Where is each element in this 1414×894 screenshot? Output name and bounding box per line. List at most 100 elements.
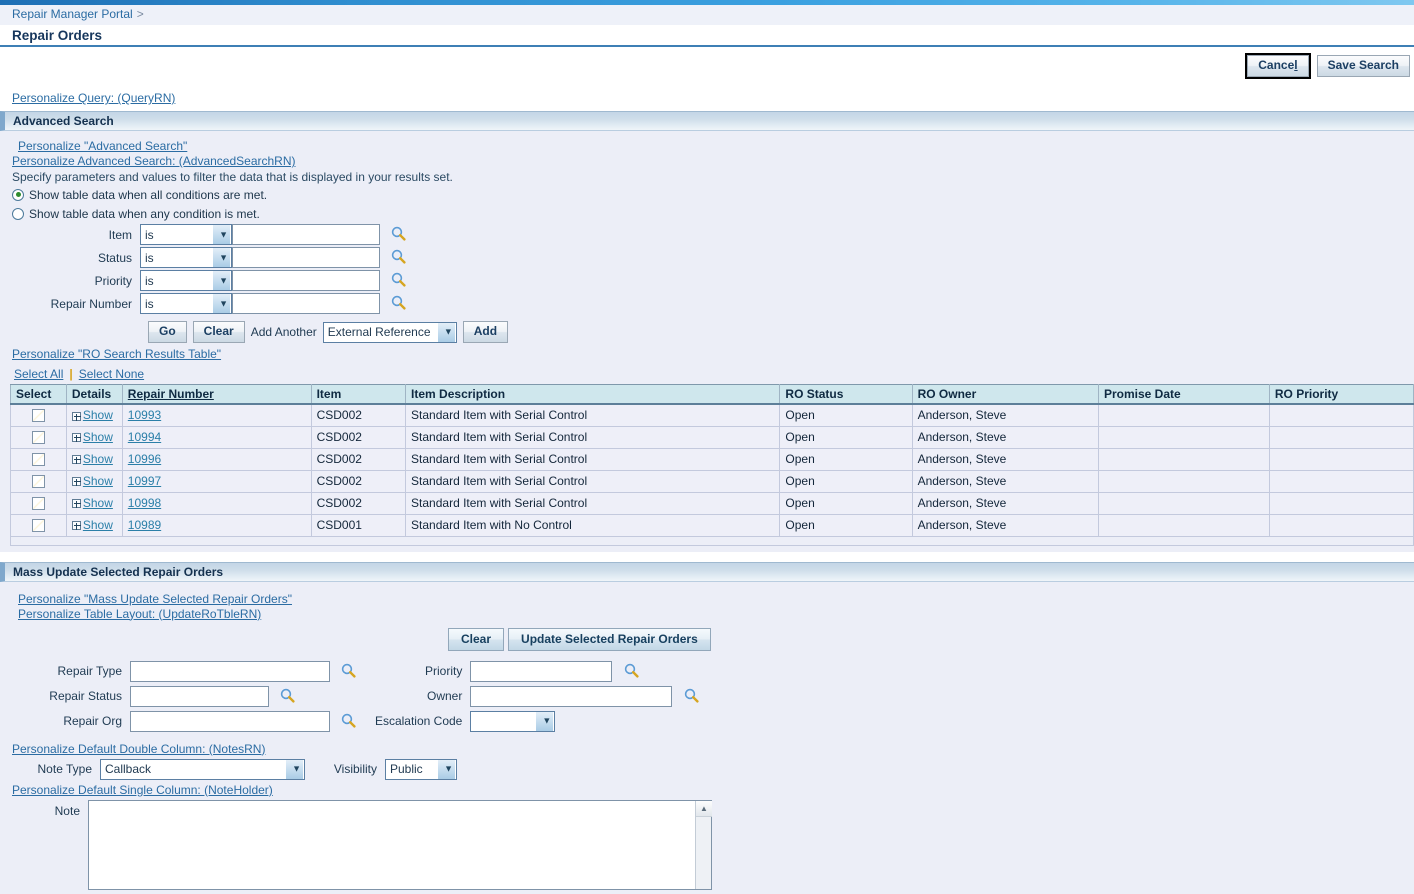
row-select-checkbox[interactable] [31, 497, 45, 511]
criteria-operator-select-priority[interactable]: is [140, 270, 232, 291]
row-select-checkbox[interactable] [31, 409, 45, 423]
personalize-query-link[interactable]: Personalize Query: (QueryRN) [12, 91, 175, 105]
mass-update-row-repair-org: Repair Org [0, 709, 356, 734]
personalize-mass-update-link[interactable]: Personalize "Mass Update Selected Repair… [18, 592, 292, 606]
radio-all-conditions[interactable]: Show table data when all conditions are … [0, 185, 1414, 204]
mass-update-input-repair-type[interactable] [130, 660, 330, 682]
search-icon[interactable] [391, 250, 406, 267]
note-type-select[interactable]: Callback [100, 758, 305, 780]
note-textarea-container: ▲ [88, 799, 712, 890]
row-show-details-link[interactable]: Show [83, 408, 113, 422]
search-icon[interactable] [341, 713, 356, 731]
row-repair-number-link[interactable]: 10998 [128, 496, 161, 510]
criteria-operator-cell-item: is ▼ [140, 223, 232, 246]
expand-plus-icon[interactable] [71, 477, 81, 487]
radio-all-conditions-control[interactable] [12, 188, 24, 201]
search-icon[interactable] [280, 688, 295, 706]
row-select-checkbox[interactable] [31, 519, 45, 533]
mass-update-personalize-row-2: Personalize Table Layout: (UpdateRoTbleR… [0, 607, 1414, 622]
criteria-operator-select-status[interactable]: is [140, 247, 232, 268]
mass-update-input-owner[interactable] [470, 685, 673, 707]
go-button[interactable]: Go [148, 321, 187, 343]
mass-update-left-fields: Repair Type Repair Status Repair Org [0, 659, 356, 734]
breadcrumb-link-repair-manager-portal[interactable]: Repair Manager Portal [12, 7, 133, 21]
mass-update-clear-button[interactable]: Clear [448, 627, 505, 651]
personalize-table-layout-link[interactable]: Personalize Table Layout: (UpdateRoTbleR… [18, 607, 261, 621]
mass-update-input-priority[interactable] [470, 660, 613, 682]
mass-update-input-repair-org[interactable] [130, 710, 330, 732]
expand-plus-icon[interactable] [71, 499, 81, 509]
expand-plus-icon[interactable] [71, 411, 81, 421]
row-repair-number-link[interactable]: 10997 [128, 474, 161, 488]
scroll-up-arrow-icon[interactable]: ▲ [696, 800, 712, 817]
row-repair-number-link[interactable]: 10989 [128, 518, 161, 532]
row-item-description-cell: Standard Item with Serial Control [405, 447, 781, 471]
cancel-button-label-pre: Cance [1258, 58, 1295, 72]
row-promise-date-cell [1097, 425, 1270, 449]
row-show-details-link[interactable]: Show [83, 474, 113, 488]
update-selected-repair-orders-button[interactable]: Update Selected Repair Orders [508, 627, 711, 651]
add-another-select[interactable]: External Reference [322, 321, 457, 343]
row-promise-date-cell [1097, 469, 1270, 493]
criteria-operator-select-repair-number[interactable]: is [140, 293, 232, 314]
expand-plus-icon[interactable] [71, 521, 81, 531]
row-show-details-link[interactable]: Show [83, 430, 113, 444]
mass-update-input-repair-status[interactable] [130, 685, 269, 707]
row-details-cell: Show [65, 447, 123, 471]
personalize-ro-search-results-table-link[interactable]: Personalize "RO Search Results Table" [12, 347, 221, 361]
personalize-advanced-search-link[interactable]: Personalize "Advanced Search" [18, 139, 187, 153]
personalize-default-single-column-link[interactable]: Personalize Default Single Column: (Note… [12, 783, 273, 797]
row-repair-number-link[interactable]: 10996 [128, 452, 161, 466]
row-details-cell: Show [65, 469, 123, 493]
add-criteria-button[interactable]: Add [462, 321, 509, 343]
row-show-details-link[interactable]: Show [83, 518, 113, 532]
table-row: Show 10989 CSD001 Standard Item with No … [10, 513, 1414, 537]
search-actions-row: Go Clear Add Another External Reference … [0, 315, 1414, 343]
criteria-value-input-priority[interactable] [232, 270, 380, 291]
row-repair-number-link[interactable]: 10993 [128, 408, 161, 422]
radio-any-condition-control[interactable] [12, 207, 24, 220]
row-show-details-link[interactable]: Show [83, 452, 113, 466]
row-show-details-link[interactable]: Show [83, 496, 113, 510]
expand-plus-icon[interactable] [71, 455, 81, 465]
criteria-value-input-status[interactable] [232, 247, 380, 268]
search-icon[interactable] [391, 296, 406, 313]
search-icon[interactable] [341, 663, 356, 681]
row-promise-date-cell [1097, 491, 1270, 515]
row-select-checkbox[interactable] [31, 475, 45, 489]
personalize-advanced-search-rn-link[interactable]: Personalize Advanced Search: (AdvancedSe… [12, 154, 296, 168]
repair-orders-results-table: Select Details Repair Number Item Item D… [10, 384, 1414, 537]
criteria-operator-wrap-repair-number: is ▼ [140, 293, 232, 314]
personalize-default-double-column-link[interactable]: Personalize Default Double Column: (Note… [12, 742, 265, 756]
criteria-value-input-item[interactable] [232, 224, 380, 245]
criteria-row-status: Status is ▼ [0, 246, 406, 269]
radio-any-condition[interactable]: Show table data when any condition is me… [0, 204, 1414, 223]
select-none-link[interactable]: Select None [79, 367, 144, 381]
clear-search-button[interactable]: Clear [192, 321, 245, 343]
visibility-select[interactable]: Public [385, 758, 457, 780]
escalation-code-select[interactable] [470, 710, 556, 732]
row-select-checkbox[interactable] [31, 431, 45, 445]
column-header-promise-date: Promise Date [1097, 384, 1270, 405]
criteria-value-cell-repair-number [232, 292, 406, 315]
select-all-link[interactable]: Select All [14, 367, 63, 381]
note-scrollbar[interactable]: ▲ [695, 800, 712, 889]
criteria-value-input-repair-number[interactable] [232, 293, 380, 314]
add-another-select-wrap: External Reference ▼ [322, 321, 457, 343]
search-icon[interactable] [624, 663, 639, 681]
save-search-button[interactable]: Save Search [1316, 55, 1410, 77]
column-header-repair-number[interactable]: Repair Number [121, 384, 312, 405]
cancel-button[interactable]: Cancel [1245, 53, 1311, 79]
criteria-operator-cell-status: is ▼ [140, 246, 232, 269]
search-icon[interactable] [391, 273, 406, 290]
expand-plus-icon[interactable] [71, 433, 81, 443]
row-repair-number-link[interactable]: 10994 [128, 430, 161, 444]
mass-update-fields-grid: Repair Type Repair Status Repair Org Pri… [0, 659, 1414, 734]
notes-personalize-row-1: Personalize Default Double Column: (Note… [0, 734, 1414, 757]
row-details-cell: Show [65, 425, 123, 449]
criteria-operator-select-item[interactable]: is [140, 224, 232, 245]
search-icon[interactable] [391, 227, 406, 244]
search-icon[interactable] [684, 688, 699, 706]
criteria-operator-wrap-status: is ▼ [140, 247, 232, 268]
row-select-checkbox[interactable] [31, 453, 45, 467]
